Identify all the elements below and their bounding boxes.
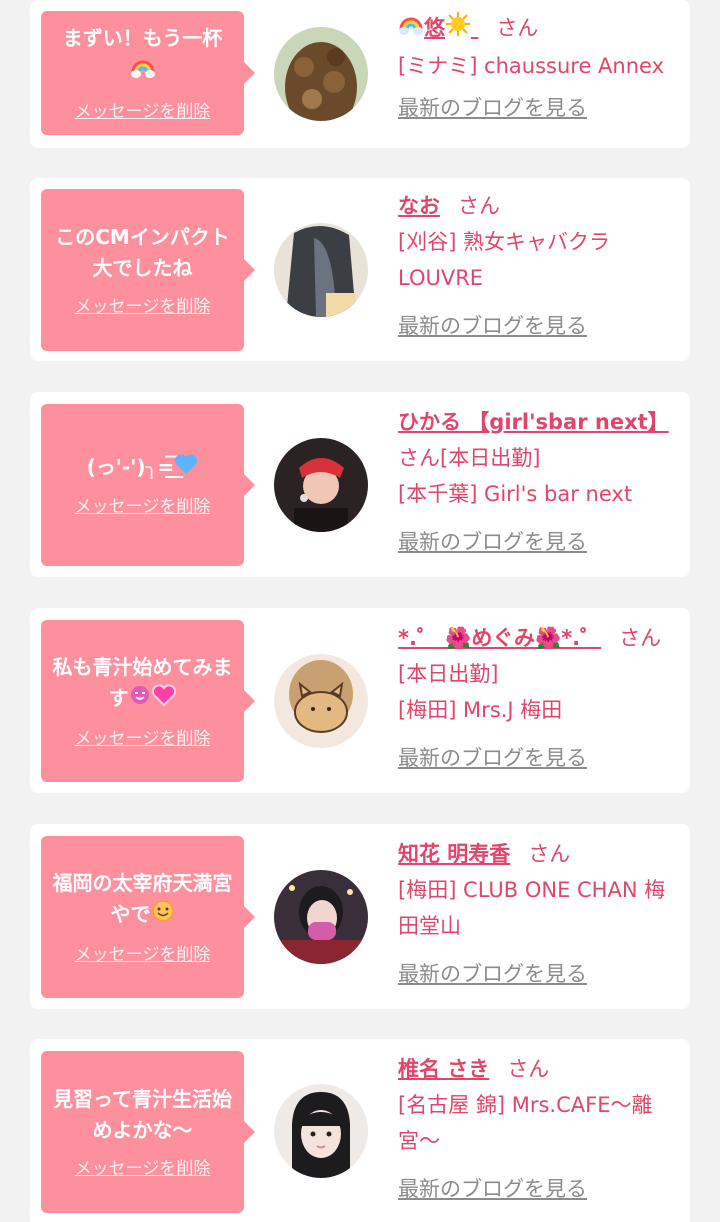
sender-name-link[interactable]: 椎名 さき: [398, 1057, 489, 1081]
name-suffix: さん: [528, 842, 571, 866]
message-bubble: (っ'-')╮=͟͟͞ メッセージを削除: [41, 404, 255, 566]
latest-blog-link[interactable]: 最新のブログを見る: [398, 90, 587, 126]
sender-info: なお さん [刈谷] 熟女キャバクラLOUVRE 最新のブログを見る: [398, 188, 682, 344]
delete-message-link[interactable]: メッセージを削除: [75, 728, 211, 750]
message-card: 私も青汁始めてみます メッセージを削除 *.゜ 🌺めぐみ🌺*.゜ さん [本日出勤…: [30, 608, 690, 793]
rainbow-cloud-icon: [130, 54, 156, 89]
latest-blog-link[interactable]: 最新のブログを見る: [398, 308, 587, 344]
latest-blog-link[interactable]: 最新のブログを見る: [398, 524, 587, 560]
message-text: 私も青汁始めてみます: [51, 652, 234, 716]
name-suffix: さん: [458, 194, 500, 218]
message-card: まずい！もう一杯 メッセージを削除 悠 さん [ミナミ] chaussure A…: [30, 0, 690, 148]
delete-message-link[interactable]: メッセージを削除: [75, 296, 211, 318]
sparkling-heart-icon: [151, 683, 177, 716]
message-text: まずい！もう一杯: [51, 23, 234, 89]
message-text: 福岡の太宰府天満宮やで: [51, 868, 234, 932]
latest-blog-link[interactable]: 最新のブログを見る: [398, 956, 587, 992]
message-card: 福岡の太宰府天満宮やで メッセージを削除 知花 明寿香 さん [梅田] CLUB …: [30, 824, 690, 1009]
message-bubble: このCMインパクト大でしたね メッセージを削除: [41, 189, 255, 351]
sender-name-link[interactable]: なお: [398, 194, 440, 218]
shop-label: [名古屋 錦] Mrs.CAFE〜離宮〜: [398, 1093, 653, 1153]
smiling-face-icon: [151, 899, 175, 932]
delete-message-link[interactable]: メッセージを削除: [75, 1158, 211, 1180]
rainbow-cloud-icon: [398, 11, 424, 47]
face-tongue-icon: [129, 684, 151, 715]
sender-info: 悠 さん [ミナミ] chaussure Annex 最新のブログを見る: [398, 10, 682, 126]
avatar[interactable]: [274, 438, 368, 532]
sender-info: ひかる 【girl'sbar next】 さん[本日出勤] [本千葉] Girl…: [398, 404, 682, 560]
message-card: (っ'-')╮=͟͟͞ メッセージを削除 ひかる 【girl'sbar next…: [30, 392, 690, 577]
name-suffix: さん: [619, 626, 662, 650]
message-card: このCMインパクト大でしたね メッセージを削除 なお さん [刈谷] 熟女キャバク…: [30, 178, 690, 361]
sun-face-icon: [445, 11, 471, 48]
message-bubble: 私も青汁始めてみます メッセージを削除: [41, 620, 255, 782]
name-suffix: さん: [496, 16, 539, 40]
delete-message-link[interactable]: メッセージを削除: [75, 496, 211, 518]
message-bubble: 福岡の太宰府天満宮やで メッセージを削除: [41, 836, 255, 998]
sender-name-link[interactable]: ひかる 【girl'sbar next】: [398, 410, 669, 434]
avatar[interactable]: [274, 870, 368, 964]
avatar[interactable]: [274, 223, 368, 317]
message-bubble: まずい！もう一杯 メッセージを削除: [41, 11, 255, 135]
message-card: 見習って青汁生活始めよかな〜 メッセージを削除 椎名 さき さん [名古屋 錦] …: [30, 1039, 690, 1222]
sender-info: *.゜ 🌺めぐみ🌺*.゜ さん [本日出勤] [梅田] Mrs.J 梅田 最新のブ…: [398, 620, 682, 776]
avatar[interactable]: [274, 27, 368, 121]
shop-label: [梅田] CLUB ONE CHAN 梅田堂山: [398, 878, 666, 938]
delete-message-link[interactable]: メッセージを削除: [75, 101, 211, 123]
message-text: (っ'-')╮=͟͟͞: [51, 452, 234, 484]
message-text: 見習って青汁生活始めよかな〜: [53, 1087, 232, 1142]
shop-label: [梅田] Mrs.J 梅田: [398, 698, 563, 722]
message-list: まずい！もう一杯 メッセージを削除 悠 さん [ミナミ] chaussure A…: [0, 0, 720, 1222]
blue-heart-icon: [174, 453, 198, 484]
sender-name-link[interactable]: *.゜ 🌺めぐみ🌺*.゜: [398, 626, 601, 650]
latest-blog-link[interactable]: 最新のブログを見る: [398, 740, 587, 776]
message-text: このCMインパクト大でしたね: [55, 225, 230, 280]
working-today-status: [本日出勤]: [440, 446, 541, 470]
shop-label: [本千葉] Girl's bar next: [398, 482, 633, 506]
working-today-status: [本日出勤]: [398, 662, 499, 686]
sender-info: 知花 明寿香 さん [梅田] CLUB ONE CHAN 梅田堂山 最新のブログを…: [398, 836, 682, 992]
sender-name-link[interactable]: 悠: [398, 11, 478, 40]
shop-label: [刈谷] 熟女キャバクラLOUVRE: [398, 230, 611, 290]
sender-info: 椎名 さき さん [名古屋 錦] Mrs.CAFE〜離宮〜 最新のブログを見る: [398, 1051, 682, 1207]
name-suffix: さん: [398, 446, 440, 470]
name-suffix: さん: [507, 1057, 550, 1081]
delete-message-link[interactable]: メッセージを削除: [75, 944, 211, 966]
avatar[interactable]: [274, 1084, 368, 1178]
latest-blog-link[interactable]: 最新のブログを見る: [398, 1171, 587, 1207]
shop-label: [ミナミ] chaussure Annex: [398, 53, 665, 78]
avatar[interactable]: [274, 654, 368, 748]
message-bubble: 見習って青汁生活始めよかな〜 メッセージを削除: [41, 1051, 255, 1213]
sender-name-link[interactable]: 知花 明寿香: [398, 842, 510, 866]
